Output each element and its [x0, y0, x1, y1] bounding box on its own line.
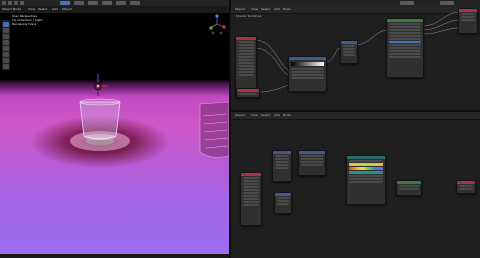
- workspace-tab[interactable]: [116, 1, 126, 5]
- value-node[interactable]: [236, 88, 260, 98]
- transform-tool-icon[interactable]: [3, 52, 9, 57]
- texture-coordinate-node[interactable]: [240, 172, 262, 226]
- add-menu[interactable]: Add: [274, 113, 280, 117]
- viewport-footer: [0, 254, 229, 258]
- rotate-tool-icon[interactable]: [3, 40, 9, 45]
- scene-selector[interactable]: [400, 1, 414, 5]
- color-ramp-node[interactable]: [346, 155, 386, 205]
- shader-editor-top-header: Object View Select Add Node: [231, 6, 480, 14]
- viewport-info: User Perspective (1) Collection | Light …: [12, 14, 42, 26]
- vector-math-node[interactable]: [274, 192, 292, 214]
- mix-node[interactable]: [340, 40, 358, 64]
- file-menu-icon[interactable]: [8, 1, 12, 5]
- view-menu[interactable]: View: [251, 7, 258, 11]
- select-menu[interactable]: Select: [261, 7, 270, 11]
- math-node[interactable]: [298, 150, 326, 176]
- workspace-tab[interactable]: [102, 1, 112, 5]
- move-tool-icon[interactable]: [3, 34, 9, 39]
- node-menu[interactable]: Node: [283, 113, 291, 117]
- viewport-toolbar: [2, 20, 10, 70]
- render-status-label: Rendering Done: [12, 22, 37, 26]
- select-menu[interactable]: Select: [38, 7, 47, 11]
- select-tool-icon[interactable]: [3, 22, 9, 27]
- workspace-tab[interactable]: [88, 1, 98, 5]
- edit-menu-icon[interactable]: [14, 1, 18, 5]
- texture-coordinate-node[interactable]: [235, 36, 257, 96]
- object-menu[interactable]: Object: [62, 7, 72, 11]
- mapping-node[interactable]: [272, 150, 292, 182]
- editor-type-menu[interactable]: Object: [235, 113, 245, 117]
- material-output-node[interactable]: [456, 180, 476, 194]
- cursor-tool-icon[interactable]: [3, 28, 9, 33]
- view-layer-selector[interactable]: [440, 1, 454, 5]
- breadcrumb: Shader Nodetree: [236, 14, 262, 18]
- view-menu[interactable]: View: [28, 7, 35, 11]
- workspace-tab[interactable]: [74, 1, 84, 5]
- editor-type-menu[interactable]: Object: [235, 7, 245, 11]
- shader-editor-bottom-header: Object View Select Add Node: [231, 112, 480, 120]
- light-gizmo[interactable]: [94, 74, 109, 96]
- blender-logo-icon[interactable]: [2, 1, 6, 5]
- emission-node[interactable]: [396, 180, 422, 196]
- principled-bsdf-node[interactable]: [386, 18, 424, 78]
- select-menu[interactable]: Select: [261, 113, 270, 117]
- glass-object[interactable]: [79, 98, 121, 140]
- node-menu[interactable]: Node: [283, 7, 291, 11]
- add-menu[interactable]: Add: [52, 7, 58, 11]
- navigation-gizmo[interactable]: [207, 14, 227, 36]
- viewport-header: Object Mode View Select Add Object: [0, 6, 229, 13]
- mode-selector[interactable]: Object Mode: [2, 7, 21, 11]
- scale-tool-icon[interactable]: [3, 46, 9, 51]
- view-menu[interactable]: View: [251, 113, 258, 117]
- add-menu[interactable]: Add: [274, 7, 280, 11]
- viewport-scene: [70, 74, 229, 158]
- render-menu-icon[interactable]: [20, 1, 24, 5]
- color-ramp-node[interactable]: [288, 56, 327, 92]
- workspace-tab[interactable]: [130, 1, 140, 5]
- annotate-tool-icon[interactable]: [3, 58, 9, 63]
- 3d-viewport[interactable]: [0, 6, 229, 258]
- crystal-glass-object[interactable]: [199, 101, 229, 158]
- workspace-tab-active[interactable]: [60, 1, 70, 5]
- measure-tool-icon[interactable]: [3, 64, 9, 69]
- material-output-node[interactable]: [458, 8, 478, 34]
